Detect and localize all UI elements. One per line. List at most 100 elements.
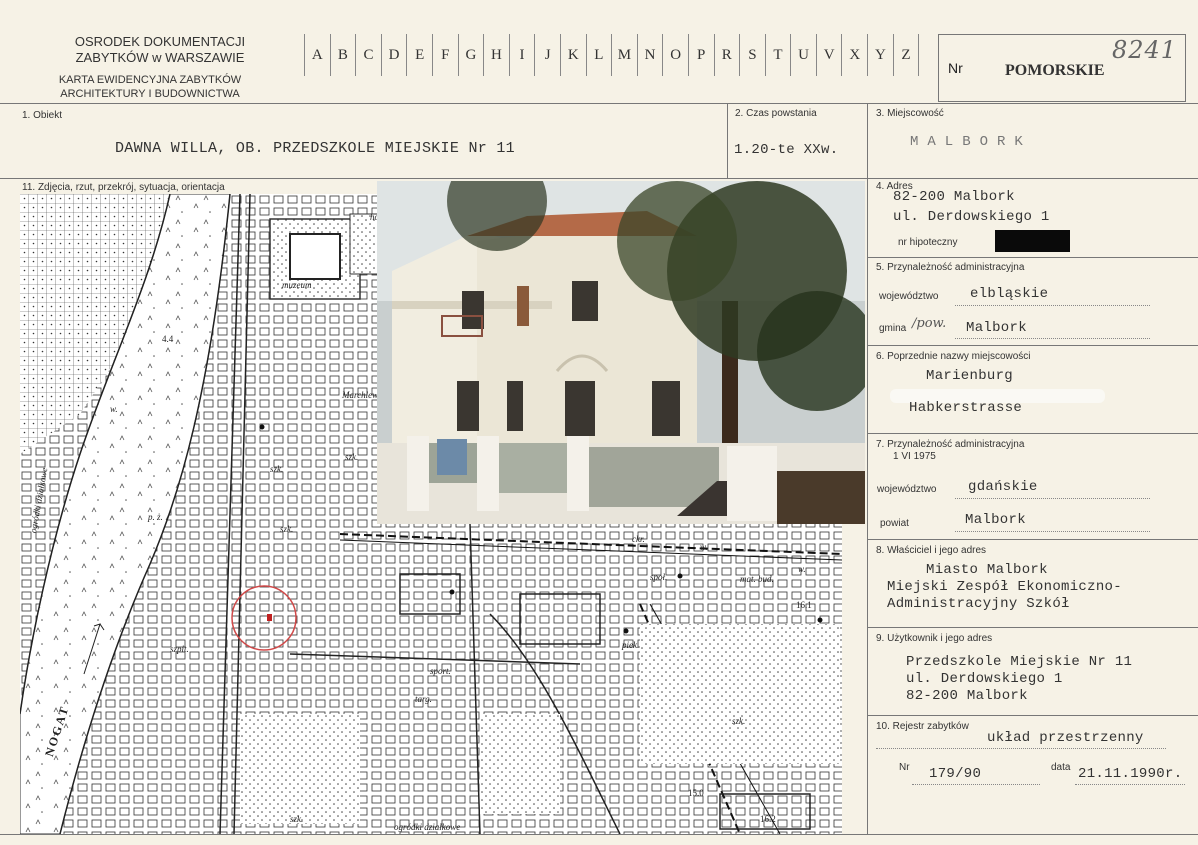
map-label-szk5: szk. (290, 814, 304, 824)
map-label-w3: w. (798, 564, 806, 574)
rule-header-bottom (0, 103, 1198, 104)
map-label-szpit: szpit. (170, 644, 189, 654)
villa-photo-drawing (377, 181, 865, 524)
letter-cell-d: D (382, 34, 408, 76)
letter-cell-u: U (791, 34, 817, 76)
org-name-line1: OSRODEK DOKUMENTACJI (74, 34, 246, 49)
redacted-mortgage-number (995, 230, 1070, 252)
rule-col-3 (867, 103, 868, 834)
rule-sec8 (867, 627, 1198, 628)
wojewodztwo2-dots (955, 498, 1150, 499)
uzytkownik-line2: ul. Derdowskiego 1 (906, 671, 1063, 687)
data-value: 21.11.1990r. (1078, 766, 1183, 782)
letter-cell-p: P (689, 34, 715, 76)
map-label-15-0: 15.0 (688, 788, 704, 798)
map-label-sport: sport. (430, 666, 451, 676)
map-label-ogrodki2: ogródki działkowe (394, 822, 461, 832)
wojewodztwo2-value: gdańskie (968, 479, 1038, 495)
zdjecia-label: 11. Zdjęcia, rzut, przekrój, sytuacja, o… (22, 182, 225, 193)
map-label-4-4: 4.4 (162, 334, 174, 344)
letter-cell-x: X (842, 34, 869, 76)
card-title-line2: ARCHITEKTURY I BUDOWNICTWA (60, 88, 240, 100)
map-label-w1: w. (110, 404, 118, 414)
letter-cell-a: A (304, 34, 331, 76)
uzytkownik-label: 9. Użytkownik i jego adres (876, 633, 993, 644)
czas-value: 1.20-te XXw. (734, 142, 839, 158)
map-label-matbud: mat. bud. (740, 574, 774, 584)
rejestr-value: układ przestrzenny (987, 730, 1144, 746)
letter-cell-i: I (510, 34, 536, 76)
wojewodztwo2-label: województwo (877, 484, 937, 495)
wojewodztwo-value: elbląskie (970, 286, 1049, 302)
handwritten-number: 8241 (1112, 36, 1178, 64)
rule-sec7 (867, 539, 1198, 540)
hipoteczny-label: nr hipoteczny (898, 237, 958, 248)
gmina-value: Malbork (966, 320, 1027, 336)
przynaleznosc-label: 5. Przynależność administracyjna (876, 262, 1025, 273)
letter-cell-e: E (407, 34, 433, 76)
czas-label: 2. Czas powstania (735, 108, 817, 119)
nr-value: 179/90 (929, 766, 982, 782)
data-dots (1075, 784, 1185, 785)
letter-cell-s: S (740, 34, 766, 76)
letter-cell-g: G (459, 34, 485, 76)
rule-sec5 (867, 345, 1198, 346)
map-label-muzeum: muzeum (282, 280, 312, 290)
uzytkownik-line1: Przedszkole Miejskie Nr 11 (906, 654, 1133, 670)
map-label-pz: p. ż. (148, 512, 163, 522)
map-label-szk1: szk. (270, 464, 284, 474)
letter-cell-t: T (766, 34, 792, 76)
powiat-dots (955, 531, 1150, 532)
wlasciciel-line2: Miejski Zespół Ekonomiczno- (887, 579, 1122, 595)
powiat-value: Malbork (965, 512, 1026, 528)
przynaleznosc2-label: 7. Przynależność administracyjna (876, 439, 1025, 450)
rule-sec6 (867, 433, 1198, 434)
powiat-label: powiat (880, 518, 909, 529)
map-label-w2: w. (700, 542, 708, 552)
adres-line1: 82-200 Malbork (893, 189, 1015, 205)
letter-cell-k: K (561, 34, 587, 76)
poprzednie-label: 6. Poprzednie nazwy miejscowości (876, 351, 1031, 362)
letter-cell-f: F (433, 34, 459, 76)
letter-cell-c: C (356, 34, 382, 76)
letter-cell-m: M (612, 34, 638, 76)
rule-sec9 (867, 715, 1198, 716)
wlasciciel-label: 8. Właściciel i jego adres (876, 545, 987, 556)
alphabet-index-strip: ABCDEFGHIJKLMNOPRSTUVXYZ (304, 34, 920, 76)
letter-cell-z: Z (894, 34, 920, 76)
letter-cell-l: L (587, 34, 613, 76)
adres-line2: ul. Derdowskiego 1 (893, 209, 1050, 225)
obiekt-label: 1. Obiekt (22, 110, 63, 121)
map-label-marchlew: Marchlew. (342, 390, 380, 400)
wlasciciel-line3: Administracyjny Szkół (887, 596, 1070, 612)
letter-cell-h: H (484, 34, 510, 76)
rule-row1-bottom (0, 178, 1198, 179)
org-name-line2: ZABYTKÓW w WARSZAWIE (75, 50, 245, 65)
wlasciciel-line1: Miasto Malbork (926, 562, 1048, 578)
region-name: POMORSKIE (1005, 62, 1105, 79)
miejscowosc-label: 3. Miejscowość (876, 108, 944, 119)
gmina-dots (955, 338, 1150, 339)
uzytkownik-line3: 82-200 Malbork (906, 688, 1028, 704)
letter-cell-b: B (331, 34, 357, 76)
gmina-label: gmina (879, 323, 907, 334)
map-label-szk4: szk. (732, 716, 746, 726)
map-label-szk2: szk. (345, 452, 359, 462)
letter-cell-o: O (663, 34, 689, 76)
przynaleznosc2-date: 1 VI 1975 (893, 451, 936, 462)
building-photo (377, 181, 865, 524)
map-label-szk3: szk. (280, 524, 294, 534)
map-label-piek: piek. (622, 640, 640, 650)
miejscowosc-value: M A L B O R K (910, 134, 1024, 150)
map-label-spoz: społ. (650, 572, 668, 582)
data-label: data (1051, 762, 1071, 773)
letter-cell-n: N (638, 34, 664, 76)
rejestr-dots (876, 748, 1166, 749)
nr-label: Nr (948, 60, 963, 76)
record-card: OSRODEK DOKUMENTACJI ZABYTKÓW w WARSZAWI… (0, 0, 1198, 845)
nr-dots (912, 784, 1040, 785)
letter-cell-r: R (715, 34, 741, 76)
map-label-16-1: 16.1 (796, 600, 812, 610)
rule-bottom (0, 834, 1198, 835)
poprzednie-line2: Habkerstrasse (909, 400, 1023, 416)
